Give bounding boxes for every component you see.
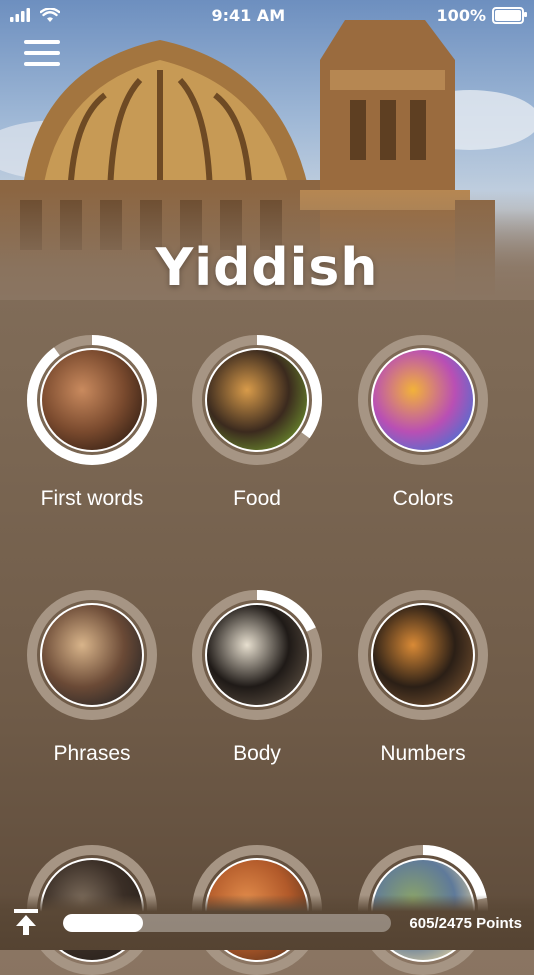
category-tile[interactable]: First words [17,335,167,511]
category-label: Phrases [53,742,131,765]
category-progress-ring [358,335,488,465]
points-progress-fill [63,914,144,932]
category-image [192,590,322,720]
category-progress-ring [358,590,488,720]
signal-bars-icon [10,8,30,22]
hamburger-menu-icon[interactable] [24,40,60,68]
category-image [27,590,157,720]
category-label: Numbers [380,742,466,765]
battery-icon [491,6,527,24]
category-tile[interactable]: Numbers [348,590,498,766]
category-label: First words [40,487,144,510]
category-label: Colors [392,487,454,510]
category-progress-ring [27,590,157,720]
upload-to-top-icon[interactable] [12,907,40,937]
category-tile[interactable]: Colors [348,335,498,511]
category-progress-ring [192,335,322,465]
category-tile[interactable]: Food [182,335,332,511]
points-text: 605/2475 Points [409,915,522,932]
status-bar: 9:41 AM 100% [0,0,534,30]
status-right: 100% [436,5,527,25]
battery-percent: 100% [436,5,486,25]
category-image [192,335,322,465]
category-image [27,335,157,465]
category-progress-ring [192,590,322,720]
page-title: Yiddish [155,238,379,298]
category-tile[interactable]: Phrases [17,590,167,766]
category-image [358,590,488,720]
status-time: 9:41 AM [211,5,286,25]
points-progress-bar [63,914,391,932]
wifi-icon [40,7,60,22]
category-tile[interactable]: Body [182,590,332,766]
status-left [10,7,60,23]
category-progress-ring [27,335,157,465]
category-label: Body [233,742,281,765]
category-image [358,335,488,465]
category-label: Food [233,487,281,510]
